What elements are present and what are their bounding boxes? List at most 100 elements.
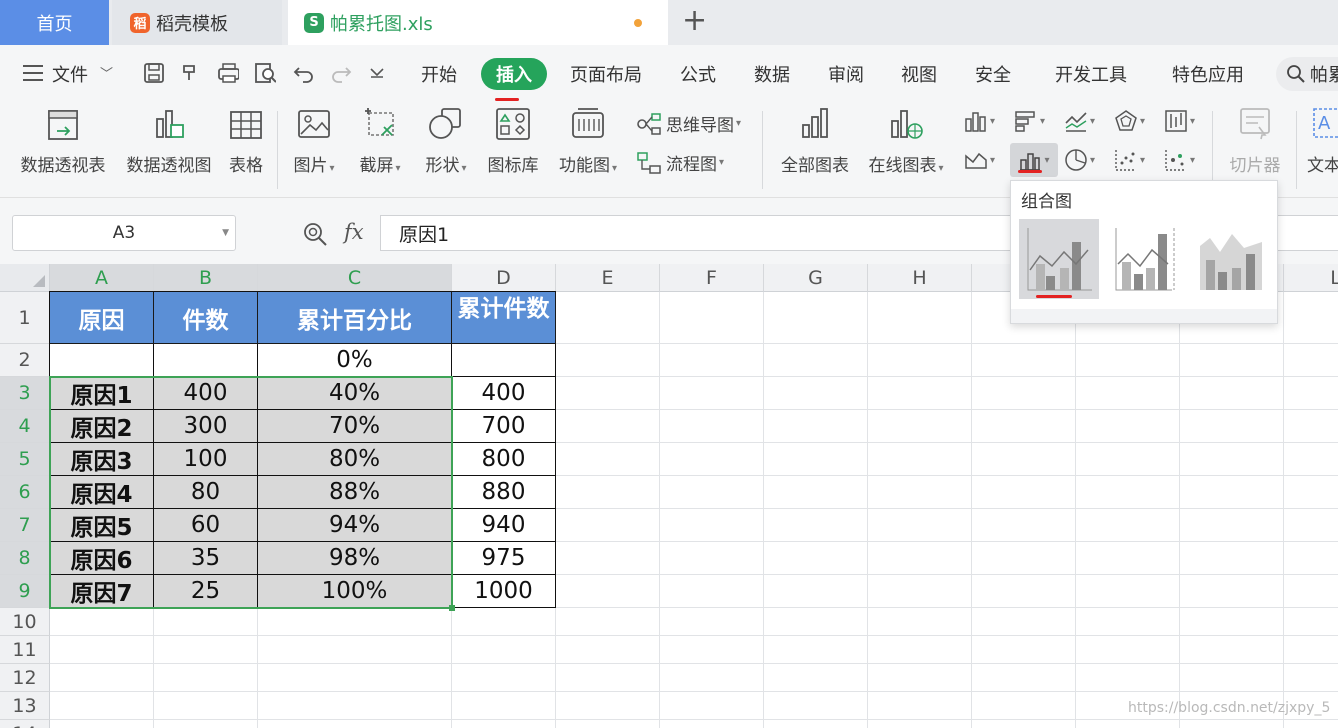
flow-chart-button[interactable]: 流程图 ▾ bbox=[636, 150, 724, 175]
format-painter-icon[interactable] bbox=[180, 62, 202, 84]
menu-start[interactable]: 开始 bbox=[421, 61, 457, 87]
bar-chart-button[interactable]: ▾ bbox=[1014, 109, 1045, 133]
table-cell[interactable]: 975 bbox=[452, 542, 556, 575]
column-header-f[interactable]: F bbox=[660, 264, 764, 292]
table-cell[interactable]: 400 bbox=[452, 377, 556, 410]
shape-button[interactable]: 形状 ▾ bbox=[418, 105, 474, 176]
row-header-11[interactable]: 11 bbox=[0, 636, 50, 664]
table-cell[interactable]: 80 bbox=[154, 476, 258, 509]
column-header-g[interactable]: G bbox=[764, 264, 868, 292]
pie-chart-button[interactable]: ▾ bbox=[1064, 148, 1095, 172]
row-header-4[interactable]: 4 bbox=[0, 410, 50, 443]
table-header-cell[interactable]: 原因 bbox=[49, 291, 154, 344]
table-cell[interactable]: 25 bbox=[154, 575, 258, 608]
customize-dropdown-icon[interactable] bbox=[368, 65, 390, 87]
line-chart-button[interactable]: ▾ bbox=[1064, 109, 1095, 133]
table-cell[interactable]: 80% bbox=[258, 443, 452, 476]
new-tab-plus-icon[interactable]: + bbox=[682, 6, 707, 36]
fx-icon[interactable]: fx bbox=[344, 220, 364, 244]
column-header-a[interactable]: A bbox=[50, 264, 154, 292]
table-cell[interactable]: 0% bbox=[258, 344, 452, 377]
menu-developer[interactable]: 开发工具 bbox=[1055, 61, 1127, 87]
table-row-label[interactable]: 原因7 bbox=[49, 575, 154, 608]
column-header-l[interactable]: L bbox=[1284, 264, 1338, 292]
mind-map-button[interactable]: 思维导图 ▾ bbox=[636, 111, 741, 136]
name-box[interactable]: A3 ▼ bbox=[12, 215, 236, 251]
table-cell[interactable]: 700 bbox=[452, 410, 556, 443]
table-cell[interactable] bbox=[452, 344, 556, 377]
redo-icon[interactable] bbox=[330, 62, 352, 84]
all-charts-button[interactable]: 全部图表 bbox=[776, 105, 854, 176]
table-cell[interactable]: 40% bbox=[258, 377, 452, 410]
column-chart-button[interactable]: ▾ bbox=[964, 109, 995, 133]
menu-insert[interactable]: 插入 bbox=[481, 58, 547, 90]
name-box-dropdown-icon[interactable]: ▼ bbox=[222, 228, 229, 238]
table-row-label[interactable]: 原因1 bbox=[49, 377, 154, 410]
menu-data[interactable]: 数据 bbox=[754, 61, 790, 87]
row-header-6[interactable]: 6 bbox=[0, 476, 50, 509]
column-header-h[interactable]: H bbox=[868, 264, 972, 292]
radar-chart-button[interactable]: ▾ bbox=[1114, 109, 1145, 133]
tab-file-pareto[interactable]: S 帕累托图.xls bbox=[288, 0, 668, 45]
table-row-label[interactable]: 原因4 bbox=[49, 476, 154, 509]
row-header-7[interactable]: 7 bbox=[0, 509, 50, 542]
zoom-formula-icon[interactable] bbox=[302, 221, 328, 247]
table-cell[interactable]: 70% bbox=[258, 410, 452, 443]
pivot-chart-button[interactable]: 数据透视图 bbox=[122, 105, 216, 176]
select-all-corner[interactable] bbox=[0, 264, 50, 292]
screenshot-button[interactable]: 截屏 ▾ bbox=[352, 105, 408, 176]
column-header-e[interactable]: E bbox=[556, 264, 660, 292]
table-cell[interactable]: 60 bbox=[154, 509, 258, 542]
menu-file[interactable]: 文件 bbox=[52, 61, 88, 87]
table-cell[interactable]: 940 bbox=[452, 509, 556, 542]
fill-handle[interactable] bbox=[449, 605, 455, 611]
row-header-14[interactable]: 14 bbox=[0, 720, 50, 728]
tab-docer-template[interactable]: 稻 稻壳模板 bbox=[112, 0, 282, 45]
table-cell[interactable]: 100% bbox=[258, 575, 452, 608]
file-chevron-down-icon[interactable]: ﹀ bbox=[100, 63, 113, 82]
table-row-label[interactable]: 原因5 bbox=[49, 509, 154, 542]
row-header-5[interactable]: 5 bbox=[0, 443, 50, 476]
combo-option-column-line[interactable] bbox=[1019, 219, 1099, 299]
menu-security[interactable]: 安全 bbox=[975, 61, 1011, 87]
menu-special[interactable]: 特色应用 bbox=[1172, 61, 1244, 87]
text-button[interactable]: A 文本 bbox=[1304, 105, 1338, 176]
table-cell[interactable]: 400 bbox=[154, 377, 258, 410]
table-cell[interactable]: 100 bbox=[154, 443, 258, 476]
row-header-8[interactable]: 8 bbox=[0, 542, 50, 575]
table-header-cell[interactable]: 累计百分比 bbox=[258, 291, 452, 344]
bubble-chart-button[interactable]: ▾ bbox=[1164, 148, 1195, 172]
combo-option-column-line-secondary[interactable] bbox=[1107, 219, 1187, 299]
stock-chart-button[interactable]: ▾ bbox=[1164, 109, 1195, 133]
table-row-label[interactable]: 原因3 bbox=[49, 443, 154, 476]
table-cell[interactable] bbox=[154, 344, 258, 377]
row-header-1[interactable]: 1 bbox=[0, 292, 50, 344]
menu-review[interactable]: 审阅 bbox=[828, 61, 864, 87]
combo-option-area-column[interactable] bbox=[1191, 219, 1271, 299]
table-cell[interactable]: 800 bbox=[452, 443, 556, 476]
table-cell[interactable]: 35 bbox=[154, 542, 258, 575]
column-header-c[interactable]: C bbox=[258, 264, 452, 292]
undo-icon[interactable] bbox=[293, 62, 315, 84]
menu-view[interactable]: 视图 bbox=[901, 61, 937, 87]
table-cell[interactable] bbox=[49, 344, 154, 377]
table-row-label[interactable]: 原因6 bbox=[49, 542, 154, 575]
icon-library-button[interactable]: 图标库 bbox=[482, 105, 544, 176]
row-header-10[interactable]: 10 bbox=[0, 608, 50, 636]
table-cell[interactable]: 88% bbox=[258, 476, 452, 509]
column-header-d[interactable]: D bbox=[452, 264, 556, 292]
search-box[interactable]: 帕累 bbox=[1276, 57, 1338, 91]
table-cell[interactable]: 98% bbox=[258, 542, 452, 575]
save-icon[interactable] bbox=[143, 62, 165, 84]
table-cell[interactable]: 300 bbox=[154, 410, 258, 443]
hamburger-icon[interactable] bbox=[22, 63, 44, 85]
pivot-table-button[interactable]: 数据透视表 bbox=[16, 105, 110, 176]
row-header-2[interactable]: 2 bbox=[0, 344, 50, 377]
row-header-9[interactable]: 9 bbox=[0, 575, 50, 608]
menu-formula[interactable]: 公式 bbox=[680, 61, 716, 87]
table-button[interactable]: 表格 bbox=[222, 105, 270, 176]
picture-button[interactable]: 图片 ▾ bbox=[286, 105, 342, 176]
table-header-cell[interactable]: 件数 bbox=[154, 291, 258, 344]
tab-home[interactable]: 首页 bbox=[0, 0, 109, 45]
row-header-13[interactable]: 13 bbox=[0, 692, 50, 720]
